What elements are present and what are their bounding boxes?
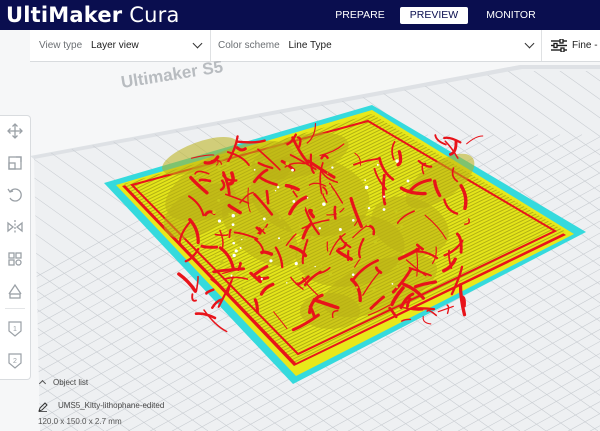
extruder-icon: 2: [8, 353, 22, 369]
support-blocker-button[interactable]: [6, 282, 24, 300]
move-icon: [7, 123, 23, 139]
per-model-settings-icon: [8, 252, 22, 266]
print-settings-value: Fine - 0: [572, 40, 600, 51]
object-list: Object list UMS5_Kitty-lithophane-edited…: [36, 376, 296, 431]
view-type-label: View type: [39, 40, 83, 51]
view-header: View type Layer view Color scheme Line T…: [30, 30, 600, 62]
tab-preview[interactable]: PREVIEW: [400, 7, 468, 24]
print-settings-button[interactable]: Fine - 0: [541, 30, 600, 61]
scale-icon: [8, 156, 22, 170]
chevron-down-icon: [192, 38, 203, 49]
rotate-icon: [7, 188, 22, 202]
extruder-2-label: 2: [13, 358, 17, 365]
chevron-up-icon: [38, 379, 47, 388]
top-bar: UltiMaker Cura PREPARE PREVIEW MONITOR: [0, 0, 600, 30]
rotate-tool-button[interactable]: [6, 186, 24, 204]
tab-prepare[interactable]: PREPARE: [330, 7, 390, 24]
view-type-dropdown[interactable]: View type Layer view: [39, 30, 203, 61]
object-list-title: Object list: [53, 378, 89, 387]
sliders-icon: [551, 39, 567, 52]
tab-monitor[interactable]: MONITOR: [476, 7, 546, 24]
support-blocker-icon: [8, 283, 22, 299]
object-dimensions: 120.0 x 150.0 x 2.7 mm: [38, 417, 122, 426]
per-model-settings-button[interactable]: [6, 250, 24, 268]
object-list-toggle[interactable]: Object list: [36, 376, 88, 390]
mirror-icon: [7, 220, 23, 234]
plate-brand-text: Ultimaker S5: [120, 61, 225, 92]
color-scheme-value: Line Type: [288, 40, 332, 51]
view-type-value: Layer view: [90, 40, 139, 51]
color-scheme-label: Color scheme: [218, 40, 280, 51]
extruder-2-button[interactable]: 2: [6, 352, 24, 370]
object-name: UMS5_Kitty-lithophane-edited: [58, 401, 165, 410]
scale-tool-button[interactable]: [6, 154, 24, 172]
color-scheme-dropdown[interactable]: Color scheme Line Type: [210, 30, 548, 61]
tool-panel: 1 2: [0, 115, 31, 380]
app-product: Cura: [122, 3, 180, 27]
move-tool-button[interactable]: [6, 122, 24, 140]
toolbar-divider: [5, 308, 25, 309]
extruder-1-button[interactable]: 1: [6, 320, 24, 338]
edit-pencil-icon: [38, 402, 48, 412]
extruder-1-label: 1: [13, 326, 17, 333]
app-logo: UltiMaker Cura: [6, 3, 180, 27]
extruder-icon: 1: [8, 321, 22, 337]
chevron-down-icon: [524, 38, 535, 49]
app-brand: UltiMaker: [6, 3, 123, 27]
mirror-tool-button[interactable]: [6, 218, 24, 236]
